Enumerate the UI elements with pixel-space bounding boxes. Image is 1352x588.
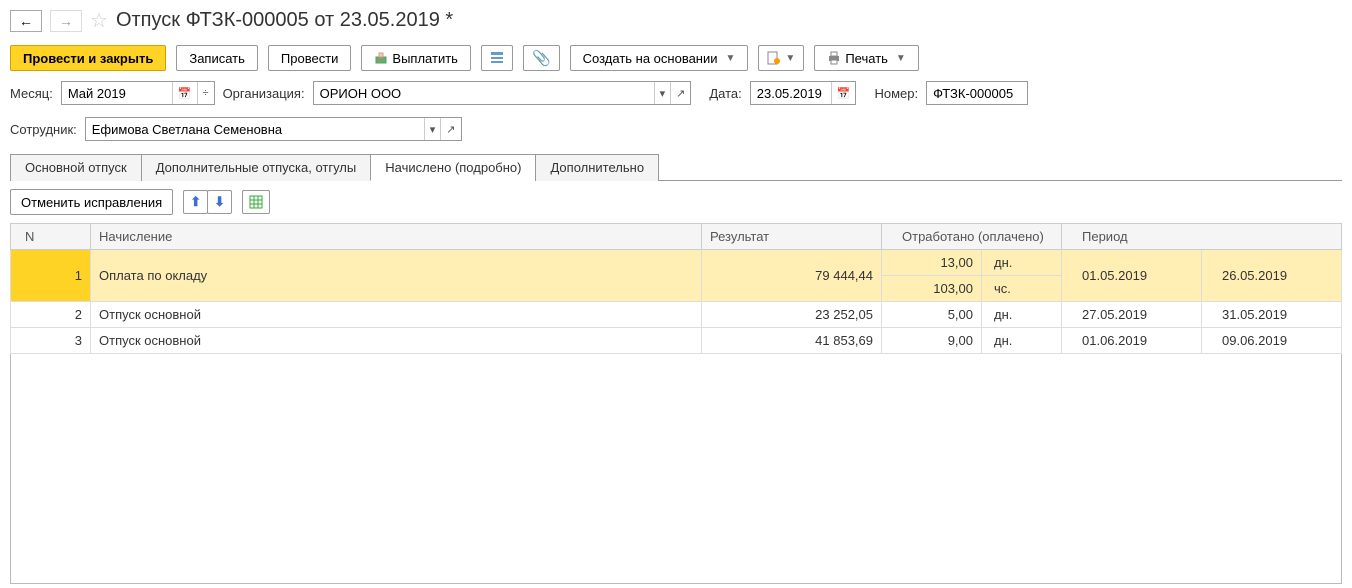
- col-header-accrual[interactable]: Начисление: [91, 224, 702, 250]
- chevron-down-icon[interactable]: ▾: [424, 118, 441, 140]
- number-label: Номер:: [874, 86, 918, 101]
- tabs: Основной отпуск Дополнительные отпуска, …: [10, 153, 1342, 181]
- employee-label: Сотрудник:: [10, 122, 77, 137]
- create-based-label: Создать на основании: [583, 51, 718, 66]
- table-row[interactable]: 2Отпуск основной23 252,055,00дн.27.05.20…: [11, 302, 1342, 328]
- cell-period-to[interactable]: 26.05.2019: [1202, 250, 1342, 302]
- month-field[interactable]: 📅 ÷: [61, 81, 215, 105]
- tab-main-vacation[interactable]: Основной отпуск: [10, 154, 142, 181]
- grid-icon: [249, 195, 263, 209]
- form-row-1: Месяц: 📅 ÷ Организация: ▾ ↗ Дата: 📅 Номе…: [10, 75, 1342, 111]
- cell-result[interactable]: 41 853,69: [702, 328, 882, 354]
- cell-worked-unit[interactable]: дн.: [982, 302, 1062, 328]
- cell-period-to[interactable]: 09.06.2019: [1202, 328, 1342, 354]
- favorite-icon[interactable]: ☆: [90, 8, 108, 33]
- number-field[interactable]: [926, 81, 1028, 105]
- cell-n[interactable]: 3: [11, 328, 91, 354]
- cell-accrual[interactable]: Отпуск основной: [91, 328, 702, 354]
- form-row-2: Сотрудник: ▾ ↗: [10, 111, 1342, 147]
- attachment-button[interactable]: 📎: [523, 45, 560, 71]
- cancel-corrections-button[interactable]: Отменить исправления: [10, 189, 173, 215]
- report-button[interactable]: ▼: [758, 45, 804, 71]
- calendar-icon[interactable]: 📅: [172, 82, 197, 104]
- calendar-icon[interactable]: 📅: [831, 82, 856, 104]
- cell-result[interactable]: 79 444,44: [702, 250, 882, 302]
- org-input[interactable]: [314, 84, 654, 103]
- payout-label: Выплатить: [392, 51, 458, 66]
- month-label: Месяц:: [10, 86, 53, 101]
- cell-n[interactable]: 1: [11, 250, 91, 302]
- create-based-button[interactable]: Создать на основании ▼: [570, 45, 749, 71]
- cell-worked-val[interactable]: 103,00: [882, 276, 982, 302]
- sub-toolbar: Отменить исправления ⬆ ⬇: [10, 181, 1342, 223]
- print-label: Печать: [845, 51, 888, 66]
- cell-worked-unit[interactable]: дн.: [982, 328, 1062, 354]
- chevron-down-icon: ▼: [781, 53, 795, 64]
- date-input[interactable]: [751, 84, 831, 103]
- cell-worked-val[interactable]: 9,00: [882, 328, 982, 354]
- list-icon: [490, 51, 504, 65]
- main-toolbar: Провести и закрыть Записать Провести Вып…: [10, 41, 1342, 75]
- tab-additional[interactable]: Дополнительно: [535, 154, 659, 181]
- arrow-up-icon: ⬆: [190, 194, 201, 210]
- cell-worked-unit[interactable]: дн.: [982, 250, 1062, 276]
- page-title: Отпуск ФТЗК-000005 от 23.05.2019 *: [116, 9, 453, 32]
- col-header-n[interactable]: N: [11, 224, 91, 250]
- payout-icon: [374, 51, 388, 65]
- printer-icon: [827, 51, 841, 65]
- titlebar: ← → ☆ Отпуск ФТЗК-000005 от 23.05.2019 *: [10, 4, 1342, 41]
- tab-additional-vacation[interactable]: Дополнительные отпуска, отгулы: [141, 154, 372, 181]
- report-icon: [767, 51, 781, 65]
- save-button[interactable]: Записать: [176, 45, 258, 71]
- move-down-button[interactable]: ⬇: [207, 190, 232, 214]
- number-input[interactable]: [927, 84, 1027, 103]
- cell-accrual[interactable]: Оплата по окладу: [91, 250, 702, 302]
- chevron-down-icon: ▼: [722, 53, 736, 64]
- table-row[interactable]: 3Отпуск основной41 853,699,00дн.01.06.20…: [11, 328, 1342, 354]
- grid-header-row: N Начисление Результат Отработано (оплач…: [11, 224, 1342, 250]
- chevron-down-icon: ▼: [892, 53, 906, 64]
- chevron-down-icon[interactable]: ▾: [654, 82, 671, 104]
- cell-worked-val[interactable]: 13,00: [882, 250, 982, 276]
- cell-accrual[interactable]: Отпуск основной: [91, 302, 702, 328]
- org-field[interactable]: ▾ ↗: [313, 81, 692, 105]
- col-header-period[interactable]: Период: [1062, 224, 1342, 250]
- org-label: Организация:: [223, 86, 305, 101]
- payout-button[interactable]: Выплатить: [361, 45, 471, 71]
- cell-worked-val[interactable]: 5,00: [882, 302, 982, 328]
- print-button[interactable]: Печать ▼: [814, 45, 919, 71]
- date-field[interactable]: 📅: [750, 81, 857, 105]
- accrual-grid[interactable]: N Начисление Результат Отработано (оплач…: [10, 223, 1342, 354]
- paperclip-icon: 📎: [532, 49, 551, 67]
- cell-period-from[interactable]: 27.05.2019: [1062, 302, 1202, 328]
- list-button[interactable]: [481, 45, 513, 71]
- cell-period-to[interactable]: 31.05.2019: [1202, 302, 1342, 328]
- tab-accrued-detail[interactable]: Начислено (подробно): [370, 154, 536, 181]
- post-button[interactable]: Провести: [268, 45, 352, 71]
- col-header-result[interactable]: Результат: [702, 224, 882, 250]
- date-label: Дата:: [709, 86, 741, 101]
- open-icon[interactable]: ↗: [670, 82, 690, 104]
- employee-field[interactable]: ▾ ↗: [85, 117, 462, 141]
- month-input[interactable]: [62, 84, 172, 103]
- cell-result[interactable]: 23 252,05: [702, 302, 882, 328]
- cell-period-from[interactable]: 01.05.2019: [1062, 250, 1202, 302]
- col-header-worked[interactable]: Отработано (оплачено): [882, 224, 1062, 250]
- forward-button[interactable]: →: [50, 10, 82, 32]
- cell-n[interactable]: 2: [11, 302, 91, 328]
- table-row[interactable]: 1Оплата по окладу79 444,4413,00дн.01.05.…: [11, 250, 1342, 276]
- arrow-down-icon: ⬇: [214, 194, 225, 210]
- post-and-close-button[interactable]: Провести и закрыть: [10, 45, 166, 71]
- open-icon[interactable]: ↗: [440, 118, 460, 140]
- cell-worked-unit[interactable]: чс.: [982, 276, 1062, 302]
- grid-settings-button[interactable]: [242, 190, 270, 214]
- move-up-button[interactable]: ⬆: [183, 190, 208, 214]
- cell-period-from[interactable]: 01.06.2019: [1062, 328, 1202, 354]
- employee-input[interactable]: [86, 120, 424, 139]
- back-button[interactable]: ←: [10, 10, 42, 32]
- grid-empty-area: [10, 354, 1342, 584]
- spinner-icon[interactable]: ÷: [197, 82, 214, 104]
